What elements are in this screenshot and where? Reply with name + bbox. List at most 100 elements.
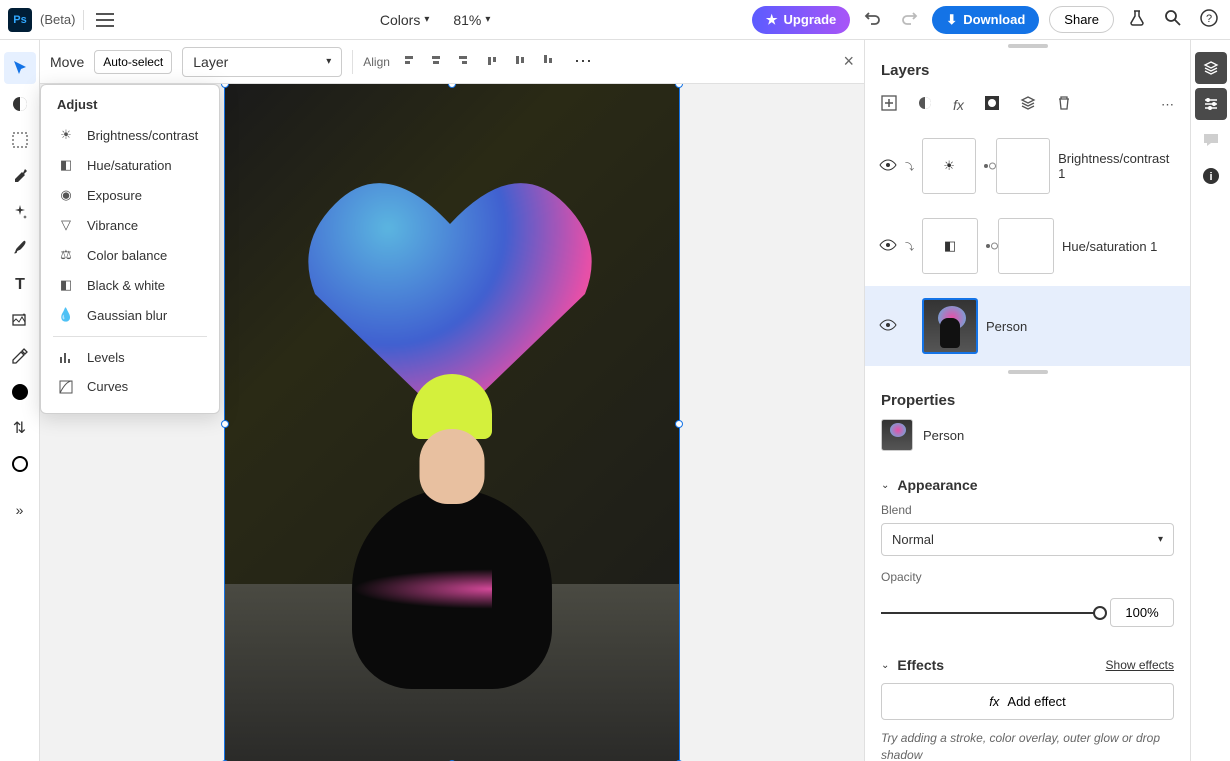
layer-thumb[interactable]: ◧ [922,218,978,274]
hamburger-menu[interactable] [92,9,118,31]
adjust-color-balance[interactable]: ⚖Color balance [41,240,219,270]
align-middle-v-icon[interactable] [512,52,528,71]
brush-tool[interactable] [4,232,36,264]
delete-layer-button[interactable] [1056,95,1072,114]
top-bar: Ps (Beta) Colors ▾ 81% ▾ ★ Upgrade ⬇ Dow… [0,0,1230,40]
align-top-icon[interactable] [484,52,500,71]
layers-panel-toggle[interactable] [1195,52,1227,84]
adjust-gaussian-blur[interactable]: 💧Gaussian blur [41,300,219,330]
layer-thumb[interactable] [922,298,978,354]
search-button[interactable] [1160,5,1186,34]
foreground-color[interactable] [4,376,36,408]
expand-icon[interactable]: ⤵ [905,240,914,253]
close-options[interactable]: × [843,51,854,72]
text-tool[interactable]: T [4,268,36,300]
layer-mask-thumb[interactable] [996,138,1050,194]
layer-person[interactable]: Person [865,286,1190,366]
align-center-h-icon[interactable] [428,52,444,71]
swap-icon: ⇅ [13,418,26,438]
gradient-icon: ◧ [944,238,956,254]
show-effects-link[interactable]: Show effects [1106,658,1174,672]
properties-thumb [881,419,913,451]
upgrade-label: Upgrade [784,12,837,27]
layers-icon [1020,95,1036,111]
expand-icon[interactable]: ⤵ [905,160,914,173]
adjust-vibrance[interactable]: ▽Vibrance [41,210,219,240]
visibility-toggle[interactable] [879,159,897,174]
move-tool[interactable] [4,52,36,84]
add-effect-button[interactable]: fx Add effect [881,683,1174,720]
target-select[interactable]: Layer ▾ [182,47,342,77]
background-color[interactable] [4,448,36,480]
adjust-brightness-contrast[interactable]: ☀Brightness/contrast [41,120,219,150]
layer-mask-thumb[interactable] [998,218,1054,274]
color-picker-tool[interactable] [4,340,36,372]
info-icon: i [1202,167,1220,185]
panel-drag-handle[interactable] [865,40,1190,52]
eyedropper-tool[interactable] [4,160,36,192]
undo-button[interactable] [860,5,886,34]
panel-drag-handle[interactable] [865,366,1190,378]
fx-button[interactable]: fx [953,97,964,113]
svg-text:i: i [1209,171,1212,183]
layers-stack-button[interactable] [1020,95,1036,114]
more-options[interactable]: ⋯ [574,51,592,72]
visibility-toggle[interactable] [879,239,897,254]
swap-colors[interactable]: ⇅ [4,412,36,444]
dropper-icon [11,347,29,365]
app-logo[interactable]: Ps [8,8,32,32]
layers-more[interactable]: ⋯ [1161,97,1174,113]
opacity-input[interactable] [1110,598,1174,627]
share-button[interactable]: Share [1049,6,1114,33]
add-layer-button[interactable] [881,95,897,114]
eye-icon [879,319,897,331]
beaker-button[interactable] [1124,5,1150,34]
adjustment-layer-button[interactable] [917,95,933,114]
appearance-title: Appearance [897,477,977,493]
adjust-levels[interactable]: Levels [41,343,219,372]
opacity-slider[interactable] [881,612,1100,614]
spot-heal-tool[interactable] [4,196,36,228]
curves-icon [57,380,75,394]
adjust-exposure[interactable]: ◉Exposure [41,180,219,210]
adjust-tool[interactable] [4,88,36,120]
adjust-curves[interactable]: Curves [41,372,219,401]
download-button[interactable]: ⬇ Download [932,6,1039,34]
select-tool[interactable] [4,124,36,156]
visibility-toggle[interactable] [879,319,897,334]
layer-brightness-contrast[interactable]: ⤵ ☀ Brightness/contrast 1 [865,126,1190,206]
blend-select[interactable]: Normal ▾ [881,523,1174,556]
align-left-icon[interactable] [400,52,416,71]
square-half-icon: ◧ [57,277,75,293]
canvas[interactable] [225,84,679,761]
sliders-icon [1202,95,1220,113]
slider-knob[interactable] [1093,606,1107,620]
comment-icon [1202,131,1220,149]
align-bottom-icon[interactable] [540,52,556,71]
align-right-icon[interactable] [456,52,472,71]
generative-tool[interactable] [4,304,36,336]
layers-icon [1202,59,1220,77]
appearance-section-head[interactable]: ⌄ Appearance [865,463,1190,503]
info-panel-toggle[interactable]: i [1195,160,1227,192]
auto-select-toggle[interactable]: Auto-select [94,50,172,74]
colors-dropdown[interactable]: Colors ▾ [380,12,430,28]
help-button[interactable]: ? [1196,5,1222,34]
beta-tag: (Beta) [40,12,75,27]
triangle-icon: ▽ [57,217,75,233]
effects-section-head[interactable]: ⌄ Effects Show effects [865,643,1190,683]
upgrade-button[interactable]: ★ Upgrade [752,6,850,34]
adjust-black-white[interactable]: ◧Black & white [41,270,219,300]
main: T ⇅ » Move Auto-select Layer ▾ Align [0,40,1230,761]
comments-panel-toggle[interactable] [1195,124,1227,156]
redo-button[interactable] [896,5,922,34]
more-tools[interactable]: » [4,494,36,526]
sun-icon: ☀ [943,158,955,174]
mask-button[interactable] [984,95,1000,114]
zoom-dropdown[interactable]: 81% ▾ [453,12,490,28]
adjust-hue-saturation[interactable]: ◧Hue/saturation [41,150,219,180]
divider [53,336,207,337]
properties-panel-toggle[interactable] [1195,88,1227,120]
layer-hue-saturation[interactable]: ⤵ ◧ Hue/saturation 1 [865,206,1190,286]
layer-thumb[interactable]: ☀ [922,138,976,194]
